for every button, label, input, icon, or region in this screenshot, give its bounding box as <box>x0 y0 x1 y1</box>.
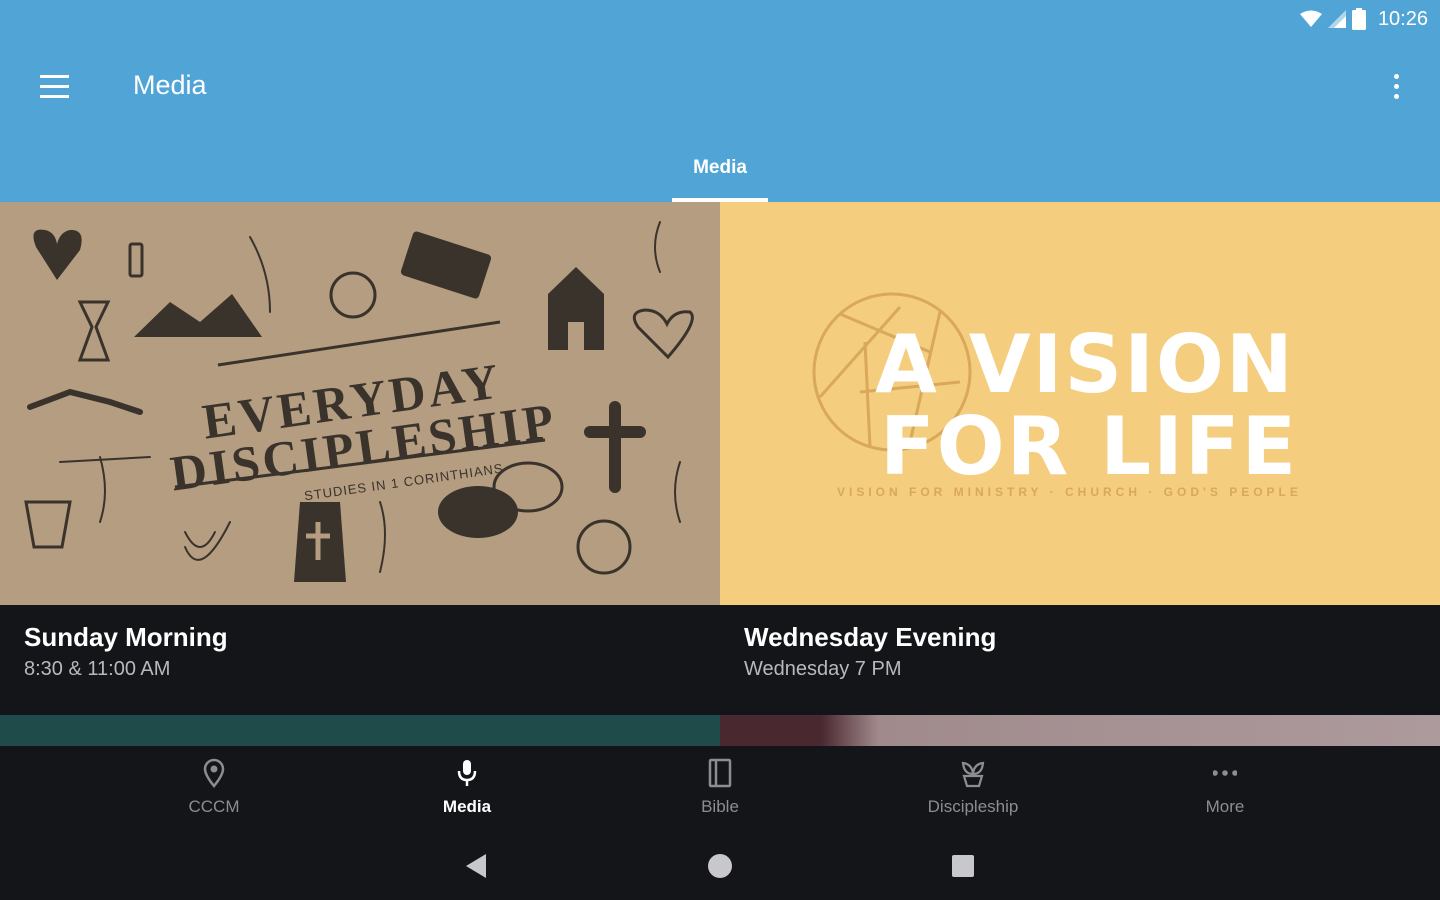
nav-item-bible[interactable]: Bible <box>640 746 800 830</box>
art-tagline: VISION FOR MINISTRY · CHURCH · GOD'S PEO… <box>837 485 1302 499</box>
nav-label: Media <box>442 797 492 816</box>
location-pin-icon <box>203 758 225 788</box>
media-card-sunday[interactable]: EVERYDAY DISCIPLESHIP STUDIES IN 1 CORIN… <box>0 202 720 715</box>
sprout-icon <box>961 761 985 788</box>
wifi-icon <box>1299 10 1322 27</box>
more-horiz-icon <box>1213 770 1237 776</box>
tab-media-label: Media <box>693 157 747 178</box>
card-title: Wednesday Evening <box>744 622 997 652</box>
nav-item-cccm[interactable]: CCCM <box>134 746 294 830</box>
battery-icon <box>1351 8 1366 30</box>
bottom-nav: CCCM Media Bible Discipleship More <box>0 746 1440 830</box>
nav-label: Bible <box>701 797 739 816</box>
media-card-peek[interactable] <box>720 715 1440 746</box>
status-bar: 10:26 <box>1299 6 1428 32</box>
card-subtitle: 8:30 & 11:00 AM <box>24 658 171 680</box>
microphone-icon <box>457 760 477 786</box>
nav-item-discipleship[interactable]: Discipleship <box>893 746 1053 830</box>
app-bar: 10:26 Media Media <box>0 0 1440 202</box>
system-nav-bar <box>0 830 1440 900</box>
series-artwork-everyday-discipleship: EVERYDAY DISCIPLESHIP STUDIES IN 1 CORIN… <box>0 202 720 605</box>
nav-label: Discipleship <box>927 797 1019 816</box>
book-icon <box>708 758 732 788</box>
more-vert-icon[interactable] <box>1382 66 1410 106</box>
nav-item-media[interactable]: Media <box>387 746 547 830</box>
card-title: Sunday Morning <box>24 622 228 652</box>
nav-label: More <box>1205 797 1245 816</box>
card-subtitle: Wednesday 7 PM <box>744 658 902 680</box>
art-line2: FOR LIFE <box>880 400 1298 493</box>
menu-icon[interactable] <box>30 64 78 108</box>
tab-media[interactable]: Media <box>672 140 768 202</box>
back-icon[interactable] <box>458 848 494 884</box>
media-card-wednesday[interactable]: A VISION FOR LIFE VISION FOR MINISTRY · … <box>720 202 1440 715</box>
art-line1: A VISION <box>875 318 1295 411</box>
signal-icon <box>1327 10 1346 28</box>
recents-icon[interactable] <box>945 848 981 884</box>
nav-item-more[interactable]: More <box>1145 746 1305 830</box>
nav-label: CCCM <box>188 797 240 816</box>
media-card-peek[interactable] <box>0 715 720 746</box>
home-icon[interactable] <box>702 848 738 884</box>
page-title: Media <box>133 70 207 100</box>
status-time: 10:26 <box>1377 7 1428 30</box>
series-artwork-vision-for-life: A VISION FOR LIFE VISION FOR MINISTRY · … <box>720 202 1440 605</box>
